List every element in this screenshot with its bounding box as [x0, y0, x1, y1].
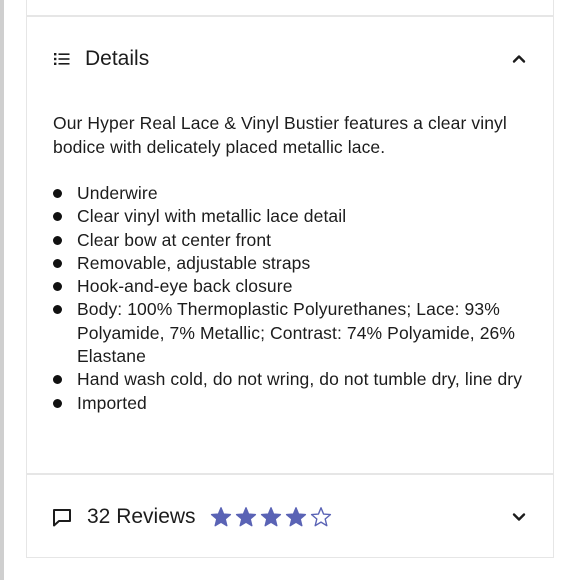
- chevron-down-icon[interactable]: [511, 509, 527, 525]
- list-item: Imported: [53, 392, 531, 415]
- reviews-header[interactable]: 32 Reviews: [51, 499, 527, 535]
- details-title: Details: [85, 47, 150, 70]
- list-item: Hook-and-eye back closure: [53, 275, 531, 298]
- list-item: Body: 100% Thermoplastic Polyurethanes; …: [53, 298, 531, 368]
- reviews-count-label: 32 Reviews: [87, 505, 196, 528]
- list-item: Clear bow at center front: [53, 229, 531, 252]
- star-filled-icon: [210, 506, 232, 528]
- star-filled-icon: [235, 506, 257, 528]
- star-empty-icon: [310, 506, 332, 528]
- product-info-page: Details Our Hyper Real Lace & Vinyl Bust…: [0, 0, 580, 580]
- reviews-accordion: 32 Reviews: [26, 474, 554, 558]
- details-bullet-list: Underwire Clear vinyl with metallic lace…: [53, 182, 531, 415]
- star-filled-icon: [260, 506, 282, 528]
- comment-icon: [51, 506, 73, 528]
- list-icon: [53, 50, 71, 68]
- left-divider: [0, 0, 4, 580]
- list-item: Removable, adjustable straps: [53, 252, 531, 275]
- star-filled-icon: [285, 506, 307, 528]
- star-rating: [210, 506, 335, 528]
- list-item: Clear vinyl with metallic lace detail: [53, 205, 531, 228]
- list-item: Underwire: [53, 182, 531, 205]
- details-header[interactable]: Details: [53, 41, 527, 77]
- chevron-up-icon[interactable]: [511, 51, 527, 67]
- previous-section-card: [26, 0, 554, 16]
- details-description: Our Hyper Real Lace & Vinyl Bustier feat…: [53, 113, 507, 157]
- details-accordion: Details Our Hyper Real Lace & Vinyl Bust…: [26, 16, 554, 474]
- list-item: Hand wash cold, do not wring, do not tum…: [53, 368, 531, 391]
